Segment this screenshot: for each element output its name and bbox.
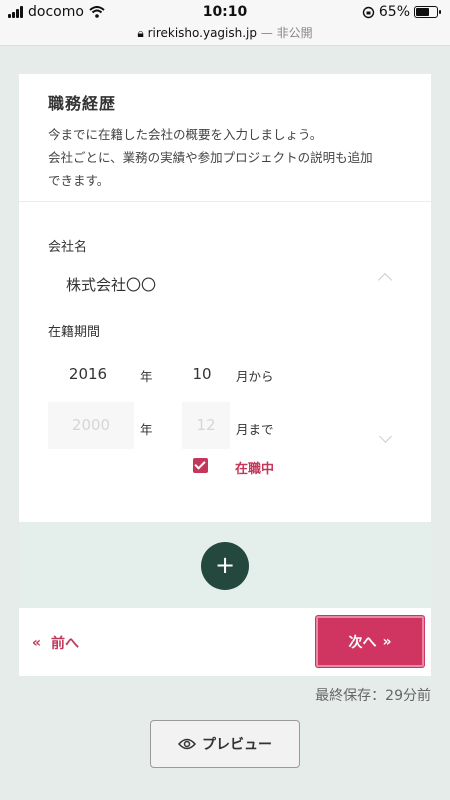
- card-header: 職務経歴 今までに在籍した会社の概要を入力しましょう。 会社ごとに、業務の実績や…: [19, 74, 431, 202]
- company-name-field[interactable]: 株式会社〇〇: [66, 274, 156, 295]
- preview-label: プレビュー: [202, 737, 272, 753]
- last-saved-text: 最終保存：29分前: [315, 688, 431, 704]
- work-history-card: 職務経歴 今までに在籍した会社の概要を入力しましょう。 会社ごとに、業務の実績や…: [19, 74, 431, 522]
- status-right: 65%: [362, 4, 441, 20]
- currently-employed-checkbox[interactable]: [193, 458, 208, 473]
- lock-icon: 🔒︎: [137, 26, 144, 40]
- eye-icon: [178, 738, 196, 750]
- description-line: 今までに在籍した会社の概要を入力しましょう。: [48, 127, 323, 142]
- end-month-suffix: 月まで: [236, 422, 274, 437]
- double-chevron-left-icon: «: [32, 635, 42, 651]
- expand-chevron-icon[interactable]: [379, 430, 392, 443]
- period-label: 在籍期間: [48, 325, 101, 340]
- add-company-area: +: [19, 522, 431, 608]
- end-year-field[interactable]: 2000: [48, 402, 134, 449]
- orientation-lock-icon: [362, 6, 375, 18]
- step-navigation: « 前へ 次へ »: [19, 608, 431, 676]
- section-title: 職務経歴: [48, 94, 117, 113]
- url-text: rirekisho.yagish.jp: [147, 26, 257, 40]
- description-line: できます。: [48, 173, 110, 188]
- add-company-button[interactable]: +: [201, 542, 249, 590]
- end-year-unit: 年: [140, 422, 153, 437]
- start-year-unit: 年: [140, 369, 153, 384]
- status-bar: docomo 10:10 65% 🔒︎ rirekisho.yagish.jp …: [0, 0, 450, 46]
- collapse-chevron-icon[interactable]: [377, 272, 393, 288]
- preview-button[interactable]: プレビュー: [150, 720, 300, 768]
- start-month-field[interactable]: 10: [182, 356, 222, 392]
- currently-employed-label[interactable]: 在職中: [235, 458, 274, 477]
- url-bar[interactable]: 🔒︎ rirekisho.yagish.jp — 非公開: [0, 24, 450, 41]
- start-year-field[interactable]: 2016: [48, 356, 128, 392]
- description-line: 会社ごとに、業務の実績や参加プロジェクトの説明も追加: [48, 150, 373, 165]
- prev-label: 前へ: [51, 636, 80, 652]
- company-label: 会社名: [48, 240, 88, 255]
- prev-button[interactable]: « 前へ: [32, 633, 79, 653]
- battery-icon: [414, 6, 441, 18]
- next-button[interactable]: 次へ »: [316, 616, 424, 667]
- battery-percent: 65%: [378, 4, 410, 20]
- start-month-suffix: 月から: [236, 369, 274, 384]
- double-chevron-right-icon: »: [382, 633, 392, 650]
- url-visibility: — 非公開: [260, 26, 313, 40]
- section-description: 今までに在籍した会社の概要を入力しましょう。 会社ごとに、業務の実績や参加プロジ…: [48, 123, 402, 192]
- next-label: 次へ: [348, 634, 377, 651]
- end-month-field[interactable]: 12: [182, 402, 230, 449]
